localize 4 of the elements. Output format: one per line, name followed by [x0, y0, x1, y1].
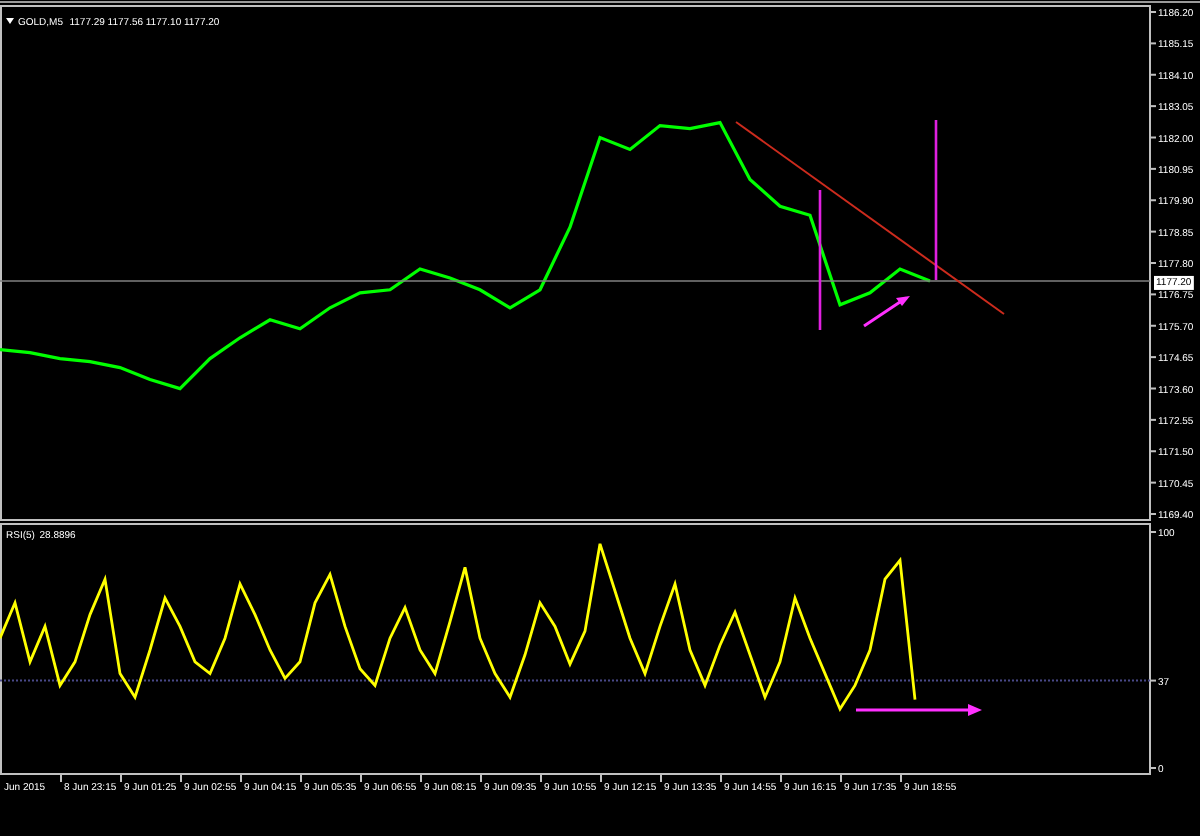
collapse-icon[interactable] [6, 18, 14, 24]
arrow [863, 296, 910, 328]
marker-line [818, 190, 822, 330]
arrow [856, 704, 982, 716]
